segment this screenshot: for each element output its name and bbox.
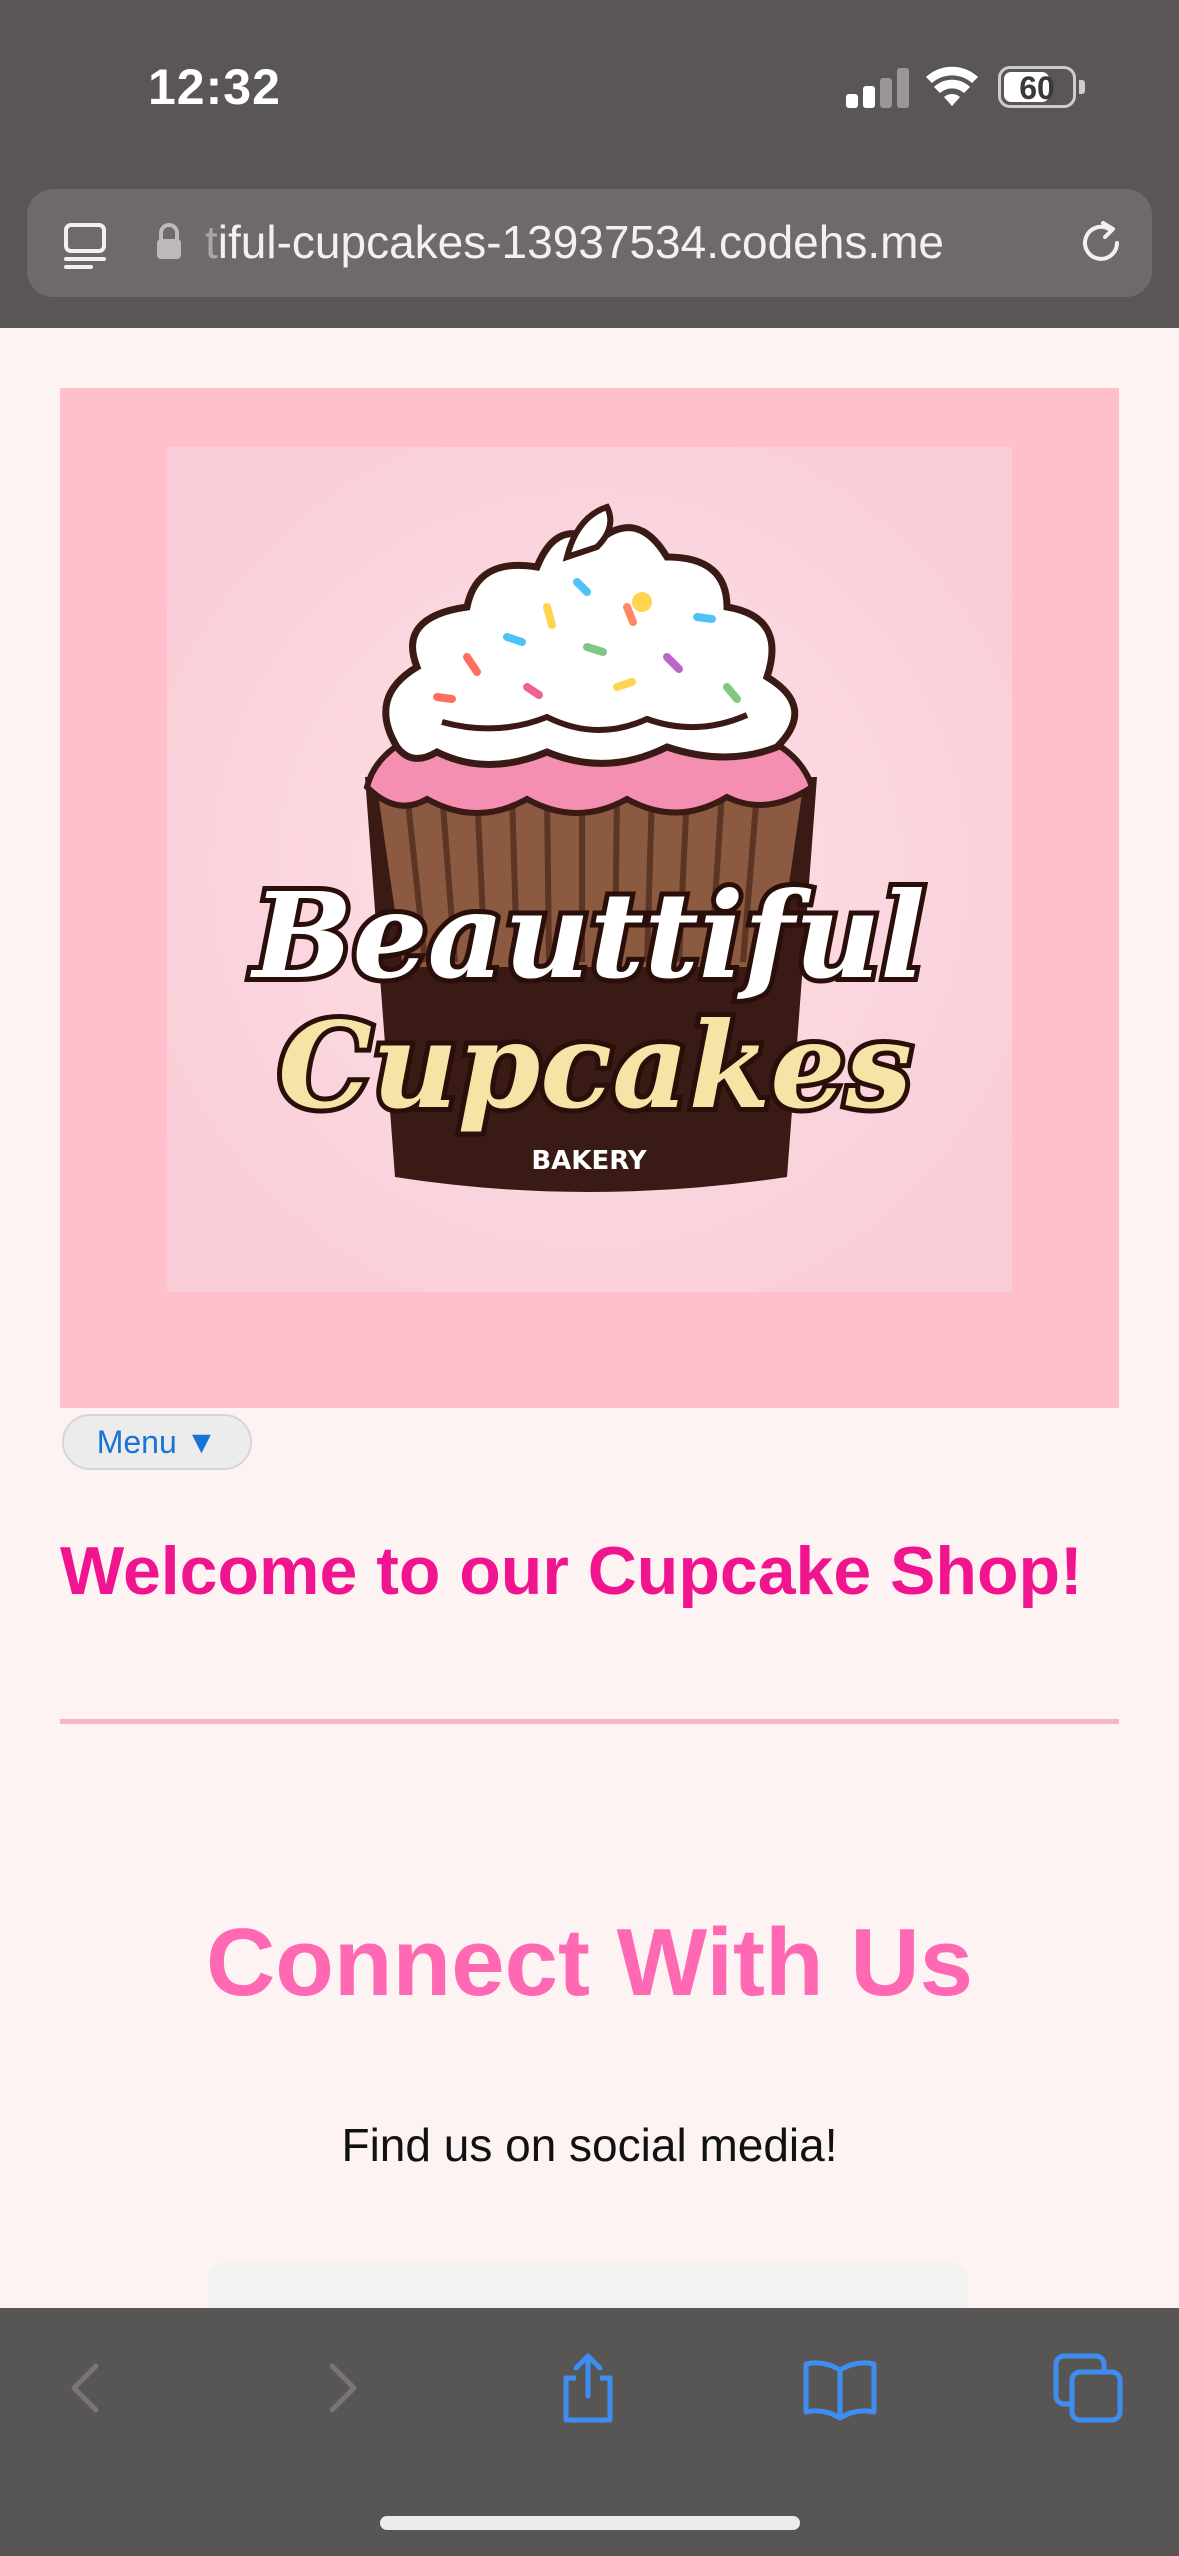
back-icon[interactable] [48, 2348, 128, 2428]
hero-banner: Beauttiful Cupcakes BAKERY [60, 388, 1119, 1408]
browser-top-bar: 12:32 60 tiful-cupcakes-13937534.codehs.… [0, 0, 1179, 328]
url-text[interactable]: tiful-cupcakes-13937534.codehs.me [205, 215, 1075, 271]
address-bar[interactable]: tiful-cupcakes-13937534.codehs.me [27, 189, 1152, 297]
browser-bottom-toolbar [0, 2308, 1179, 2556]
bookmarks-icon[interactable] [800, 2348, 880, 2428]
web-page: Beauttiful Cupcakes BAKERY Menu ▼ Welcom… [0, 328, 1179, 2342]
tabs-icon[interactable] [1050, 2348, 1130, 2428]
battery-icon: 60 [998, 66, 1076, 108]
logo-text-beautiful: Beauttiful [250, 866, 925, 1005]
cupcake-logo-icon: Beauttiful Cupcakes BAKERY [167, 447, 1012, 1292]
reload-icon[interactable] [1073, 215, 1129, 271]
welcome-heading: Welcome to our Cupcake Shop! [60, 1533, 1083, 1609]
page-menu-icon[interactable] [61, 219, 111, 269]
menu-dropdown-button[interactable]: Menu ▼ [62, 1414, 252, 1470]
forward-icon[interactable] [300, 2348, 380, 2428]
social-subtext: Find us on social media! [341, 2119, 838, 2171]
connect-heading: Connect With Us [205, 1909, 974, 2016]
lock-icon [157, 223, 181, 259]
home-indicator[interactable] [380, 2516, 800, 2530]
bakery-logo-image: Beauttiful Cupcakes BAKERY [167, 447, 1012, 1292]
cellular-signal-icon [846, 68, 910, 108]
battery-cap [1079, 80, 1085, 94]
url-faded-prefix: t [205, 216, 218, 268]
logo-text-cupcakes: Cupcakes [278, 996, 912, 1135]
status-time: 12:32 [148, 59, 281, 115]
share-icon[interactable] [548, 2348, 628, 2428]
battery-level: 60 [1019, 70, 1055, 106]
url-main: iful-cupcakes-13937534.codehs.me [217, 216, 945, 268]
logo-text-bakery: BAKERY [531, 1146, 647, 1176]
wifi-icon [926, 66, 978, 106]
heading-divider [60, 1719, 1119, 1724]
